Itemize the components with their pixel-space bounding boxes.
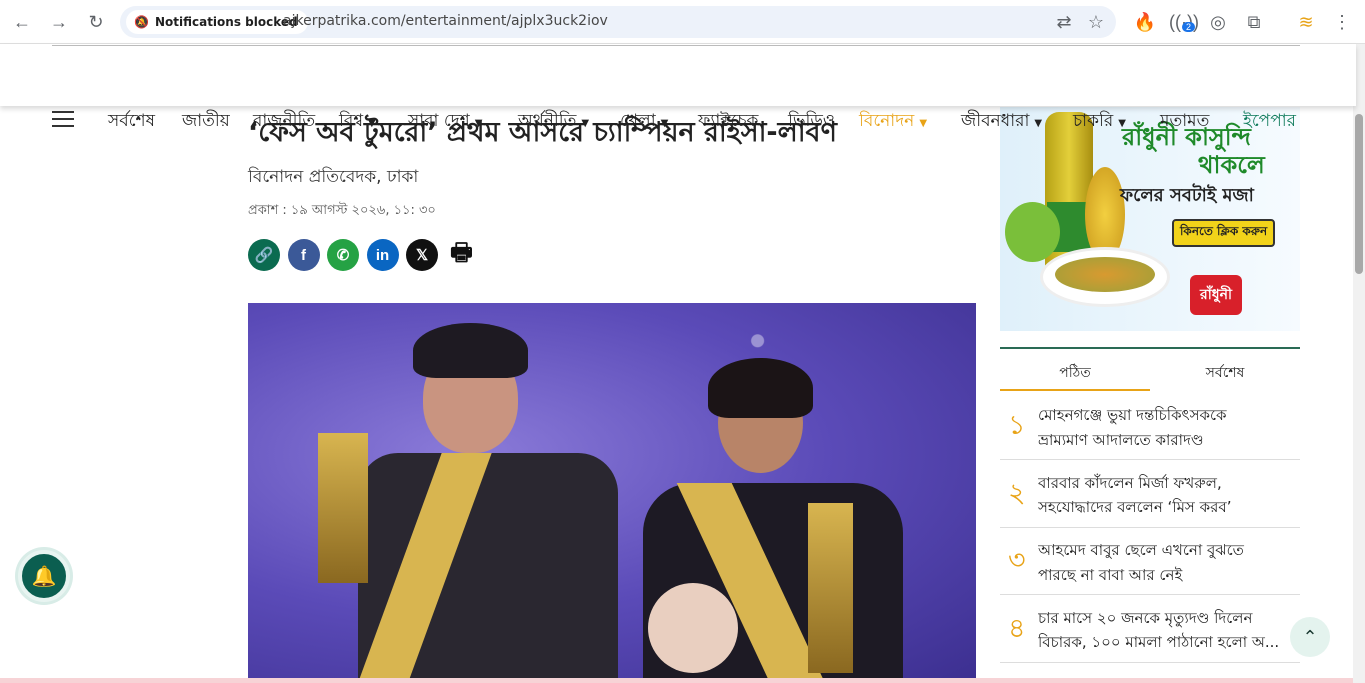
sidebar-tabs: পঠিত সর্বশেষ — [1000, 347, 1300, 391]
bookmark-star-icon[interactable]: ☆ — [1082, 8, 1110, 36]
extension-badge: 2 — [1182, 22, 1196, 32]
nav-item-11[interactable]: চাকরি ▼ — [1073, 108, 1126, 136]
menu-kebab-icon[interactable]: ⋮ — [1328, 8, 1356, 36]
chevron-down-icon: ▼ — [1034, 118, 1043, 129]
chevron-down-icon: ▼ — [660, 118, 669, 129]
list-title: বারবার কাঁদলেন মির্জা ফখরুল, সহযোদ্ধাদের … — [1038, 473, 1232, 517]
nav-item-12[interactable]: মতামত — [1160, 108, 1209, 136]
extension-disc-icon[interactable]: ◎ — [1204, 8, 1232, 36]
back-icon[interactable]: ← — [8, 8, 36, 36]
nav-item-10[interactable]: জীবনধারা ▼ — [961, 108, 1042, 136]
scrollbar[interactable] — [1353, 44, 1365, 683]
extension-cast-icon[interactable]: ((·))2 — [1169, 8, 1199, 36]
nav-item-2[interactable]: রাজনীতি — [253, 108, 315, 136]
nav-item-0[interactable]: সর্বশেষ — [108, 108, 155, 136]
nav-item-9[interactable]: বিনোদন ▼ — [859, 108, 927, 136]
publish-date: প্রকাশ : ১৯ আগস্ট ২০২৬, ১১: ৩০ — [248, 203, 436, 218]
nav-item-1[interactable]: জাতীয় — [182, 108, 230, 136]
bottom-banner-strip — [0, 678, 1353, 683]
list-item[interactable]: ২ বারবার কাঁদলেন মির্জা ফখরুল, সহযোদ্ধাদের… — [1000, 461, 1300, 528]
x-share-icon[interactable]: 𝕏 — [406, 239, 438, 271]
list-title: মোহনগঞ্জে ভুয়া দন্তচিকিৎসককে ভ্রাম্যমাণ … — [1038, 406, 1227, 449]
list-item[interactable]: ৩ আহমেদ বাবুর ছেলে এখনো বুঝতে পারছে না বাব… — [1000, 528, 1300, 595]
chevron-down-icon: ▼ — [474, 118, 483, 129]
list-rank: ২ — [1008, 477, 1026, 509]
list-title: আহমেদ বাবুর ছেলে এখনো বুঝতে পারছে না বাবা… — [1038, 541, 1244, 584]
browser-toolbar: ← → ↻ 🔕 Notifications blocked ajkerpatrik… — [0, 0, 1365, 44]
ad-cta-button[interactable]: কিনতে ক্লিক করুন — [1172, 219, 1276, 247]
chevron-down-icon: ▼ — [368, 118, 376, 129]
article-photo — [248, 303, 976, 681]
nav-item-8[interactable]: ভিডিও — [788, 108, 835, 136]
linkedin-share-icon[interactable]: in — [366, 239, 399, 271]
nav-item-6[interactable]: খেলা ▼ — [620, 108, 668, 136]
print-share-icon[interactable]: 🖶 — [446, 239, 478, 271]
nav-item-5[interactable]: অর্থনীতি ▼ — [518, 108, 589, 136]
notification-bell-icon[interactable]: 🔔 — [18, 550, 70, 602]
nav-item-13[interactable]: ইপেপার — [1243, 108, 1296, 136]
facebook-share-icon[interactable]: f — [287, 239, 320, 271]
chevron-down-icon: ▼ — [919, 118, 928, 129]
bell-off-icon: 🔕 — [134, 15, 149, 29]
forward-icon[interactable]: → — [45, 8, 73, 36]
translate-icon[interactable]: ⇄ — [1050, 8, 1078, 36]
hamburger-menu-icon[interactable] — [52, 111, 74, 127]
list-rank: ৪ — [1008, 612, 1026, 644]
scroll-to-top-icon[interactable]: ⌃ — [1290, 617, 1330, 657]
site-navigation: সর্বশেষ জাতীয় রাজনীতি বিশ্ব ▼ সারা দেশ ▼ অর্থন… — [0, 44, 1356, 131]
active-tab-underline — [1000, 389, 1150, 391]
chevron-down-icon: ▼ — [1118, 118, 1126, 129]
notifications-blocked-chip[interactable]: 🔕 Notifications blocked — [126, 10, 308, 34]
chevron-down-icon: ▼ — [581, 118, 590, 129]
article-byline: বিনোদন প্রতিবেদক, ঢাকা — [248, 167, 419, 187]
nav-item-4[interactable]: সারা দেশ ▼ — [408, 108, 482, 136]
url-text[interactable]: ajkerpatrika.com/entertainment/ajplx3uck… — [283, 13, 608, 29]
extension-flame-icon[interactable]: 🔥 — [1131, 8, 1159, 36]
advertisement-banner[interactable]: রাঁধুনী কাসুন্দি থাকলে ফলের সবটাই মজা কি… — [1000, 107, 1300, 331]
whatsapp-share-icon[interactable]: ✆ — [327, 239, 359, 271]
link-share-icon[interactable]: 🔗 — [248, 239, 280, 271]
tab-latest[interactable]: সর্বশেষ — [1150, 361, 1300, 385]
ad-brand-logo: রাঁধুনী — [1190, 275, 1242, 315]
extensions-puzzle-icon[interactable]: ⧉ — [1240, 8, 1268, 36]
list-rank: ১ — [1008, 410, 1026, 441]
nav-item-3[interactable]: বিশ্ব ▼ — [339, 108, 376, 136]
list-item[interactable]: ৪ চার মাসে ২০ জনকে মৃত্যুদণ্ড দিলেন বিচারক… — [1000, 596, 1300, 663]
nav-item-7[interactable]: ফ্যাক্টচেক — [698, 108, 758, 136]
reload-icon[interactable]: ↻ — [82, 8, 110, 36]
list-item[interactable]: ১ মোহনগঞ্জে ভুয়া দন্তচিকিৎসককে ভ্রাম্যমাণ… — [1000, 393, 1300, 460]
ad-text-line3: ফলের সবটাই মজা — [1120, 185, 1254, 206]
profile-avatar-icon[interactable]: ≋ — [1292, 8, 1320, 36]
tab-popular[interactable]: পঠিত — [1000, 361, 1150, 385]
nav-top-divider — [52, 45, 1300, 46]
list-rank: ৩ — [1008, 545, 1026, 576]
list-title: চার মাসে ২০ জনকে মৃত্যুদণ্ড দিলেন বিচারক,… — [1038, 608, 1280, 652]
